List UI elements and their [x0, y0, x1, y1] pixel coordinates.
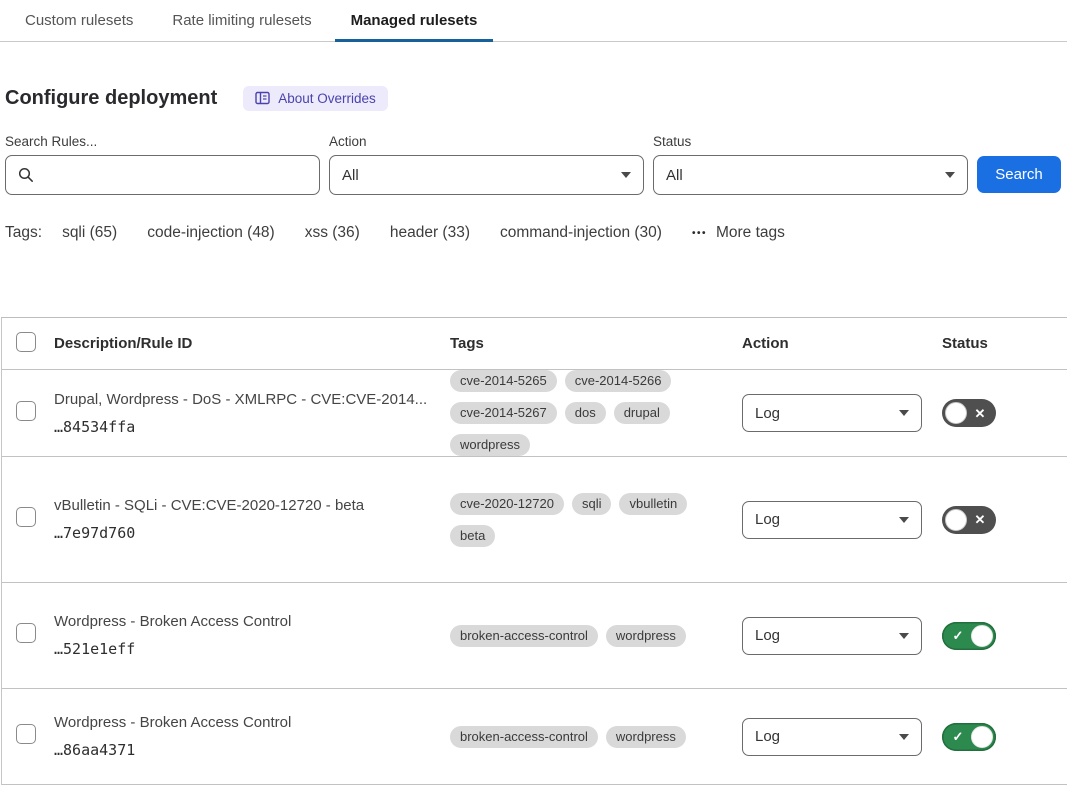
row-checkbox[interactable] — [16, 401, 36, 421]
rule-id: …84534ffa — [54, 418, 450, 436]
row-action-select[interactable]: Log — [742, 617, 922, 655]
row-action-select[interactable]: Log — [742, 501, 922, 539]
tag-chip: vbulletin — [619, 493, 687, 515]
tab-bar: Custom rulesets Rate limiting rulesets M… — [0, 0, 1067, 42]
status-toggle[interactable]: ✓ — [942, 622, 996, 650]
toggle-mark-icon: ✓ — [945, 730, 971, 743]
chevron-down-icon — [899, 517, 909, 523]
tag-filter-link[interactable]: header (33) — [390, 224, 470, 242]
tag-filter-link[interactable]: xss (36) — [305, 224, 360, 242]
table-row: vBulletin - SQLi - CVE:CVE-2020-12720 - … — [2, 457, 1067, 583]
more-tags-label: More tags — [716, 224, 785, 242]
select-all-checkbox[interactable] — [16, 332, 36, 352]
rules-table: Description/Rule ID Tags Action Status D… — [1, 317, 1067, 785]
chevron-down-icon — [945, 172, 955, 178]
rule-title: Wordpress - Broken Access Control — [54, 613, 450, 630]
toggle-knob — [971, 726, 993, 748]
action-filter-label: Action — [329, 134, 644, 149]
chevron-down-icon — [899, 633, 909, 639]
row-action-select[interactable]: Log — [742, 718, 922, 756]
row-action-select[interactable]: Log — [742, 394, 922, 432]
rule-title: Drupal, Wordpress - DoS - XMLRPC - CVE:C… — [54, 391, 450, 408]
rule-id: …521e1eff — [54, 640, 450, 658]
table-row: Drupal, Wordpress - DoS - XMLRPC - CVE:C… — [2, 370, 1067, 457]
row-checkbox[interactable] — [16, 724, 36, 744]
header-description: Description/Rule ID — [54, 335, 450, 352]
tag-filter-link[interactable]: command-injection (30) — [500, 224, 662, 242]
status-filter-label: Status — [653, 134, 968, 149]
row-checkbox[interactable] — [16, 507, 36, 527]
tag-chip: wordpress — [606, 726, 686, 748]
search-icon — [18, 167, 34, 183]
tag-chip: wordpress — [606, 625, 686, 647]
row-tags: cve-2020-12720 sqli vbulletin beta — [450, 493, 712, 547]
action-select[interactable]: All — [329, 155, 644, 195]
tag-chip: beta — [450, 525, 495, 547]
tag-chip: cve-2014-5267 — [450, 402, 557, 424]
search-rules-field[interactable] — [5, 155, 320, 195]
header-status: Status — [942, 335, 1067, 352]
toggle-knob — [945, 402, 967, 424]
tag-chip: broken-access-control — [450, 726, 598, 748]
status-toggle[interactable]: ✕ — [942, 506, 996, 534]
search-rules-input[interactable] — [42, 167, 307, 184]
header-tags: Tags — [450, 335, 742, 352]
tag-chip: cve-2014-5265 — [450, 370, 557, 392]
about-overrides-label: About Overrides — [278, 91, 376, 106]
about-overrides-badge[interactable]: About Overrides — [243, 86, 388, 111]
table-row: Wordpress - Broken Access Control …521e1… — [2, 583, 1067, 689]
tags-bar-label: Tags: — [5, 224, 42, 242]
filter-bar: Search Rules... Action All Status All Se… — [5, 134, 1067, 195]
status-toggle[interactable]: ✕ — [942, 399, 996, 427]
chevron-down-icon — [899, 734, 909, 740]
chevron-down-icon — [899, 410, 909, 416]
table-row: Wordpress - Broken Access Control …86aa4… — [2, 689, 1067, 785]
header-action: Action — [742, 335, 942, 352]
search-button[interactable]: Search — [977, 156, 1061, 193]
ellipsis-icon: ••• — [692, 228, 707, 239]
tab-custom-rulesets[interactable]: Custom rulesets — [9, 0, 149, 41]
tag-filter-link[interactable]: sqli (65) — [62, 224, 117, 242]
toggle-mark-icon: ✕ — [967, 407, 993, 420]
tag-chip: broken-access-control — [450, 625, 598, 647]
row-checkbox[interactable] — [16, 623, 36, 643]
tag-chip: drupal — [614, 402, 670, 424]
page-title: Configure deployment — [5, 87, 217, 110]
toggle-mark-icon: ✓ — [945, 629, 971, 642]
tag-chip: cve-2014-5266 — [565, 370, 672, 392]
more-tags-button[interactable]: ••• More tags — [692, 224, 785, 242]
tag-chip: cve-2020-12720 — [450, 493, 564, 515]
tag-chip: sqli — [572, 493, 612, 515]
tab-rate-limiting-rulesets[interactable]: Rate limiting rulesets — [156, 0, 327, 41]
tag-chip: wordpress — [450, 434, 530, 456]
search-rules-label: Search Rules... — [5, 134, 320, 149]
chevron-down-icon — [621, 172, 631, 178]
rule-id: …7e97d760 — [54, 524, 450, 542]
rule-id: …86aa4371 — [54, 741, 450, 759]
rule-title: vBulletin - SQLi - CVE:CVE-2020-12720 - … — [54, 497, 450, 514]
book-icon — [255, 91, 270, 105]
rule-title: Wordpress - Broken Access Control — [54, 714, 450, 731]
toggle-mark-icon: ✕ — [967, 513, 993, 526]
toggle-knob — [971, 625, 993, 647]
status-toggle[interactable]: ✓ — [942, 723, 996, 751]
row-tags: broken-access-control wordpress — [450, 625, 712, 647]
tab-managed-rulesets[interactable]: Managed rulesets — [335, 0, 494, 41]
tags-bar: Tags: sqli (65) code-injection (48) xss (3… — [5, 223, 1067, 243]
table-header-row: Description/Rule ID Tags Action Status — [2, 318, 1067, 370]
row-tags: cve-2014-5265 cve-2014-5266 cve-2014-5267 d… — [450, 370, 712, 456]
status-select[interactable]: All — [653, 155, 968, 195]
row-tags: broken-access-control wordpress — [450, 726, 712, 748]
tag-filter-link[interactable]: code-injection (48) — [147, 224, 275, 242]
toggle-knob — [945, 509, 967, 531]
tag-chip: dos — [565, 402, 606, 424]
